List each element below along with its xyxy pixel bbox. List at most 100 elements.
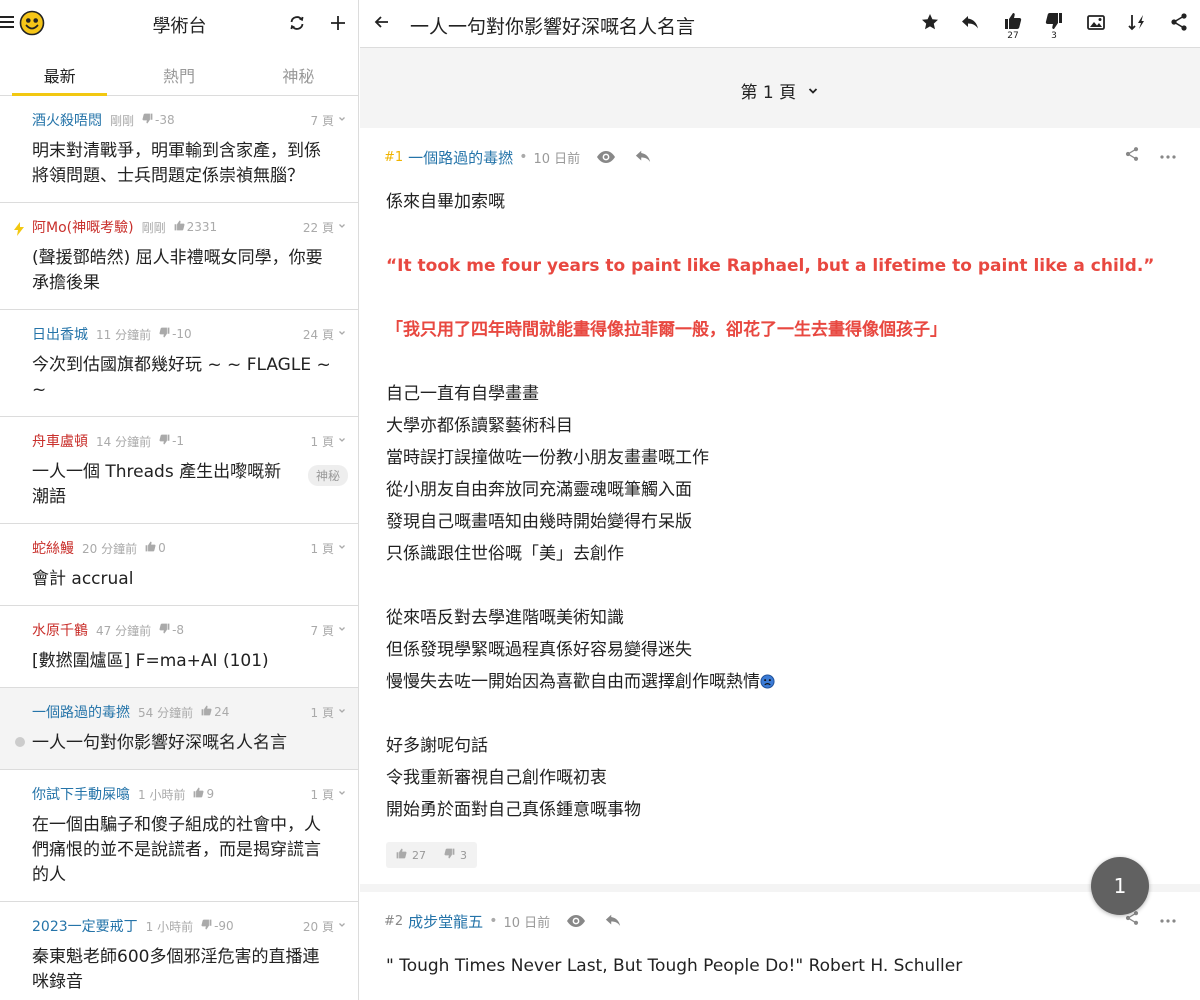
thread-score-value: -1 xyxy=(172,434,185,448)
post-actions xyxy=(1124,146,1176,166)
thread-item[interactable]: 水原千鶴 47 分鐘前 -8 7 頁 [數撚圍爐區] F=ma+AI (101) xyxy=(0,606,358,688)
caret-down-icon xyxy=(334,221,346,235)
thread-time: 1 小時前 xyxy=(145,919,194,934)
thread-item[interactable]: 你試下手動屎噏 1 小時前 9 1 頁 在一個由騙子和傻子組成的社會中，人們痛恨… xyxy=(0,770,358,902)
more-options-icon[interactable] xyxy=(1160,148,1176,164)
tab-hot[interactable]: 熱門 xyxy=(119,48,238,95)
thread-score-value: -10 xyxy=(172,327,192,341)
thread-author[interactable]: 酒火殺唔悶 xyxy=(32,110,102,130)
thread-author[interactable]: 水原千鶴 xyxy=(32,620,88,640)
menu-icon[interactable] xyxy=(0,16,14,30)
bookmark-star-icon[interactable] xyxy=(912,6,948,42)
tab-mystery[interactable]: 神秘 xyxy=(239,48,358,95)
topic-header: 一人一句對你影響好深嘅名人名言 27 3 xyxy=(360,0,1200,48)
thread-title: 明末對清戰爭，明軍輸到含家產，到係將領問題、士兵問題定係崇禎無腦？ xyxy=(32,141,321,186)
view-author-only-icon[interactable] xyxy=(566,914,586,928)
thread-pages-button[interactable]: 20 頁 xyxy=(303,918,346,935)
refresh-icon[interactable] xyxy=(284,10,310,36)
post-dislike-button[interactable]: 3 xyxy=(444,848,467,862)
post-time: 10 日前 xyxy=(533,151,581,167)
thread-pages-button[interactable]: 1 頁 xyxy=(311,433,346,450)
quote-reply-icon[interactable] xyxy=(604,913,622,929)
quote-reply-icon[interactable] xyxy=(634,149,652,165)
post-author[interactable]: 成步堂龍五 xyxy=(408,911,483,932)
thread-score-value: 24 xyxy=(214,705,230,719)
share-icon[interactable] xyxy=(1124,146,1140,166)
thread-title: 一人一個 Threads 產生出嚟嘅新潮語 xyxy=(32,462,282,507)
thread-item[interactable]: 日出香城 11 分鐘前 -10 24 頁 今次到估國旗都幾好玩 ~ ~ FLAG… xyxy=(0,310,358,417)
post-like-button[interactable]: 27 xyxy=(396,848,426,862)
thread-item[interactable]: 酒火殺唔悶 剛剛 -38 7 頁 明末對清戰爭，明軍輸到含家產，到係將領問題、士… xyxy=(0,96,358,203)
caret-down-icon xyxy=(334,435,346,449)
chevron-down-icon xyxy=(808,87,817,94)
post-number: #2 xyxy=(384,913,404,929)
thread-pages-button[interactable]: 7 頁 xyxy=(311,112,346,129)
post-line: 係來自畢加索嘅 xyxy=(386,186,1176,218)
thread-score-value: 0 xyxy=(158,541,166,555)
dislike-button[interactable]: 3 xyxy=(1036,6,1072,42)
post-line-text: 當時誤打誤撞做咗一份教小朋友畫畫嘅工作 xyxy=(386,448,709,468)
thumbs-up-icon xyxy=(174,220,185,234)
thread-item[interactable]: 阿Mo(神嘅考驗) 剛剛 2331 22 頁 (聲援鄧皓然) 屈人非禮嘅女同學，… xyxy=(0,203,358,310)
thread-pages: 24 頁 xyxy=(302,328,334,342)
thread-score: -90 xyxy=(201,919,234,933)
topic-like-count: 27 xyxy=(1007,31,1019,41)
reply-icon[interactable] xyxy=(952,6,988,42)
like-button[interactable]: 27 xyxy=(995,6,1031,42)
post-line-text: 好多謝呢句話 xyxy=(386,736,488,756)
thread-pages-button[interactable]: 1 頁 xyxy=(311,786,346,803)
thread-author[interactable]: 阿Mo(神嘅考驗) xyxy=(32,217,134,237)
view-author-only-icon[interactable] xyxy=(596,150,616,164)
thread-pages-button[interactable]: 1 頁 xyxy=(311,704,346,721)
app-root: 學術台 最新 熱門 神秘 酒火殺唔悶 剛剛 -38 7 頁 明末對清戰爭，明軍輸… xyxy=(0,0,1200,1000)
thread-author[interactable]: 日出香城 xyxy=(32,324,88,344)
page-label: 第 1 頁 xyxy=(740,83,797,103)
post-line-text: 自己一直有自學畫畫 xyxy=(386,384,539,404)
thread-pages-button[interactable]: 24 頁 xyxy=(303,326,346,343)
thread-author[interactable]: 你試下手動屎噏 xyxy=(32,784,130,804)
thread-author[interactable]: 2023一定要戒丁 xyxy=(32,916,138,936)
post-separator xyxy=(360,884,1200,892)
thread-pages: 22 頁 xyxy=(302,221,334,235)
current-thread-dot xyxy=(15,737,25,747)
page-number-fab[interactable]: 1 xyxy=(1091,857,1149,915)
page-selector[interactable]: 第 1 頁 xyxy=(360,48,1200,128)
thread-title: 一人一句對你影響好深嘅名人名言 xyxy=(32,733,287,753)
new-thread-icon[interactable] xyxy=(325,10,351,36)
post-line-text: 開始勇於面對自己真係鍾意嘅事物 xyxy=(386,800,641,820)
post: #2 成步堂龍五 • 10 日前 " Tough Times Never Las… xyxy=(360,892,1200,998)
thread-score-value: 2331 xyxy=(186,220,218,234)
separator-dot: • xyxy=(519,149,528,165)
topic-panel: 一人一句對你影響好深嘅名人名言 27 3 第 1 頁 #1 一個路過的毒撚 • … xyxy=(360,0,1200,1000)
share-icon[interactable] xyxy=(1161,6,1197,42)
thread-time: 剛剛 xyxy=(110,113,135,128)
thread-pages: 20 頁 xyxy=(302,920,334,934)
thumbs-down-icon xyxy=(201,919,212,933)
thread-author[interactable]: 一個路過的毒撚 xyxy=(32,702,130,722)
thread-item[interactable]: 一個路過的毒撚 54 分鐘前 24 1 頁 一人一句對你影響好深嘅名人名言 xyxy=(0,688,358,770)
post-number: #1 xyxy=(384,149,404,165)
lihkg-logo[interactable] xyxy=(19,10,45,36)
thread-item[interactable]: 舟車盧頓 14 分鐘前 -1 1 頁 一人一個 Threads 產生出嚟嘅新潮語… xyxy=(0,417,358,524)
post-list: #1 一個路過的毒撚 • 10 日前 係來自畢加索嘅 “It took me fo… xyxy=(360,128,1200,998)
sort-toggle-icon[interactable] xyxy=(1119,6,1155,42)
tab-latest[interactable]: 最新 xyxy=(0,48,119,96)
image-mode-icon[interactable] xyxy=(1078,6,1114,42)
post-line-text: 係來自畢加索嘅 xyxy=(386,192,505,212)
thread-pages-button[interactable]: 22 頁 xyxy=(303,219,346,236)
post-line: 但係發現學緊嘅過程真係好容易變得迷失 xyxy=(386,634,1176,666)
thread-pages-button[interactable]: 7 頁 xyxy=(311,622,346,639)
thread-item[interactable]: 蛇絲鰻 20 分鐘前 0 1 頁 會計 accrual xyxy=(0,524,358,606)
thread-author[interactable]: 舟車盧頓 xyxy=(32,431,88,451)
thread-author[interactable]: 蛇絲鰻 xyxy=(32,538,74,558)
thread-pages-button[interactable]: 1 頁 xyxy=(311,540,346,557)
post-vote-box: 27 3 xyxy=(386,842,477,868)
thread-item[interactable]: 2023一定要戒丁 1 小時前 -90 20 頁 秦東魁老師600多個邪淫危害的… xyxy=(0,902,358,1000)
back-arrow-icon[interactable] xyxy=(372,12,392,36)
post-author[interactable]: 一個路過的毒撚 xyxy=(408,147,513,168)
more-options-icon[interactable] xyxy=(1160,912,1176,928)
thumbs-down-icon xyxy=(444,848,455,862)
thread-time: 20 分鐘前 xyxy=(82,541,138,556)
